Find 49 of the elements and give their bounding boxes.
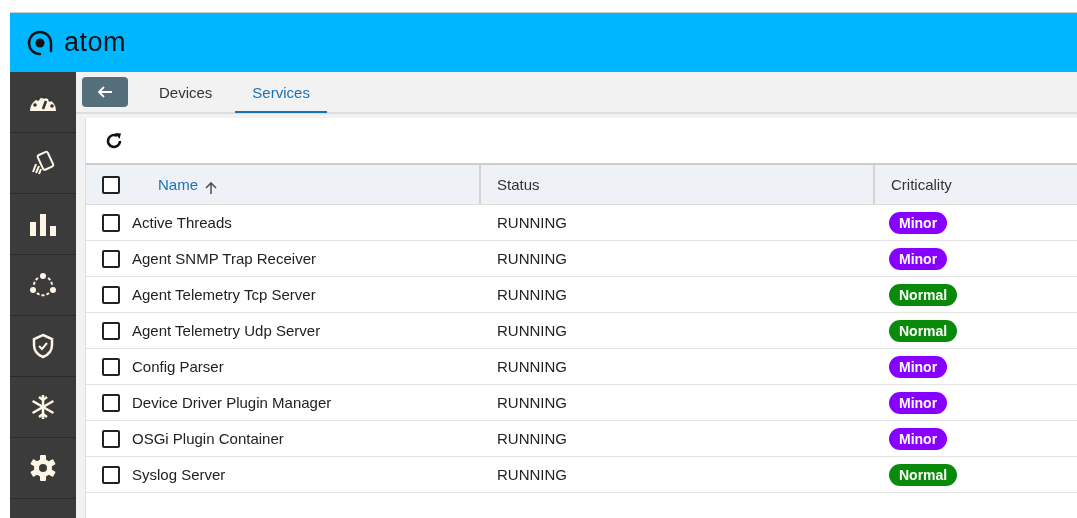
connected-nodes-icon [30, 273, 56, 297]
select-all-checkbox[interactable] [102, 175, 120, 194]
left-arrow-icon [97, 86, 113, 98]
table-cell: Config Parser [132, 358, 224, 375]
table-cell: Syslog Server [132, 466, 226, 483]
table-cell: OSGi Plugin Container [132, 430, 284, 447]
table-cell: RUNNING [497, 286, 567, 303]
tab[interactable]: Services [235, 73, 327, 113]
row-checkbox[interactable] [102, 465, 120, 484]
shield-check-icon [31, 333, 55, 359]
row-checkbox[interactable] [102, 249, 120, 268]
table-cell: RUNNING [497, 430, 567, 447]
table-cell: Active Threads [132, 214, 232, 231]
table-cell: Agent Telemetry Udp Server [132, 322, 321, 339]
settings-icon [29, 454, 57, 482]
tab[interactable]: Devices [142, 73, 230, 113]
tilted-card-icon [30, 150, 56, 176]
bar-chart-icon [28, 212, 58, 236]
criticality-tag: Minor [889, 391, 948, 414]
table-cell: Device Driver Plugin Manager [132, 394, 332, 411]
back-button[interactable] [82, 77, 128, 107]
table-cell: RUNNING [497, 466, 567, 483]
criticality-tag: Minor [889, 355, 948, 378]
column-header[interactable]: Criticality [873, 165, 1077, 204]
criticality-tag: Minor [889, 247, 948, 270]
criticality-tag: Normal [889, 283, 958, 306]
criticality-tag: Normal [889, 319, 958, 342]
refresh-button[interactable] [104, 130, 124, 151]
table-cell: Agent SNMP Trap Receiver [132, 250, 316, 267]
column-header[interactable]: Name [158, 176, 198, 193]
logo-icon [26, 28, 54, 57]
criticality-tag: Minor [889, 211, 948, 234]
table-cell: Agent Telemetry Tcp Server [132, 286, 316, 303]
table-cell: RUNNING [497, 322, 567, 339]
table-cell: RUNNING [497, 214, 567, 231]
row-checkbox[interactable] [102, 285, 120, 304]
row-checkbox[interactable] [102, 213, 120, 232]
criticality-tag: Minor [889, 427, 948, 450]
criticality-tag: Normal [889, 463, 958, 486]
snowflake-icon [29, 393, 57, 421]
table-cell: RUNNING [497, 250, 567, 267]
row-checkbox[interactable] [102, 321, 120, 340]
column-header[interactable]: Status [479, 165, 873, 204]
table-cell: RUNNING [497, 394, 567, 411]
logo-text: atom [64, 27, 127, 58]
row-checkbox[interactable] [102, 429, 120, 448]
table-cell: RUNNING [497, 358, 567, 375]
row-checkbox[interactable] [102, 357, 120, 376]
row-checkbox[interactable] [102, 393, 120, 412]
